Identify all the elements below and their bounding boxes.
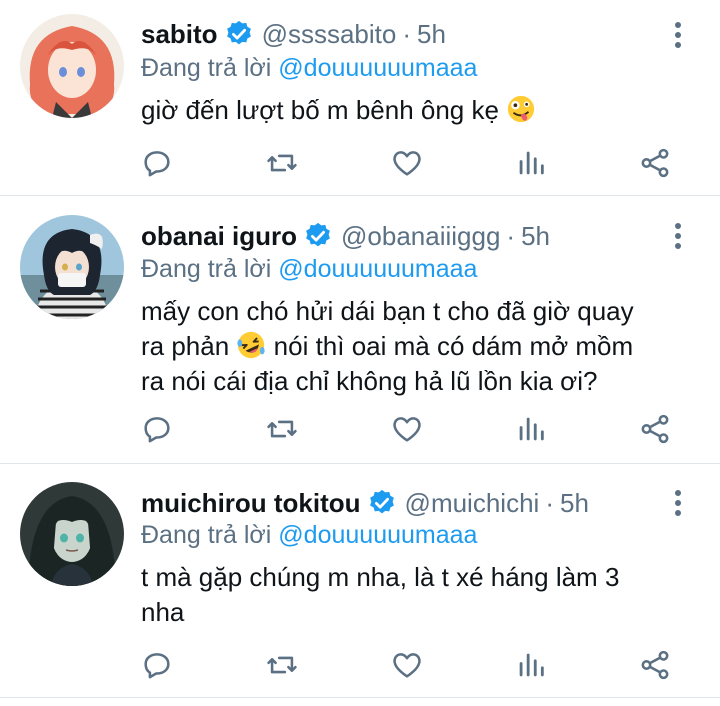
reply-icon[interactable]	[140, 412, 174, 446]
user-handle[interactable]: @obanaiiiggg	[341, 218, 500, 254]
verified-badge-icon	[369, 489, 394, 514]
verified-badge-icon	[306, 222, 330, 247]
like-icon[interactable]	[390, 648, 424, 682]
reply-prefix: Đang trả lời	[141, 255, 272, 283]
tweet-text: giờ đến lượt bố m bênh ông kẹ	[141, 93, 701, 128]
tweet-header: muichirou tokitou @muichichi · 5h	[141, 485, 589, 521]
retweet-icon[interactable]	[265, 648, 299, 682]
retweet-icon[interactable]	[265, 146, 299, 180]
avatar-image	[20, 482, 124, 586]
avatar[interactable]	[20, 14, 124, 118]
more-options-icon[interactable]	[668, 20, 688, 50]
tweet-text-line: nha	[141, 597, 185, 627]
reply-icon[interactable]	[140, 146, 174, 180]
replying-to: Đang trả lời @douuuuuumaaa	[141, 518, 477, 552]
tweet-header: obanai iguro @obanaiiiggg · 5h	[141, 218, 550, 254]
tweet-actions	[0, 146, 720, 186]
like-icon[interactable]	[390, 412, 424, 446]
tweet-text-line: giờ đến lượt bố m bênh ông kẹ	[141, 95, 499, 125]
reply-prefix: Đang trả lời	[141, 54, 272, 82]
tweet-text: t mà gặp chúng m nha, là t xé háng làm 3…	[141, 560, 701, 630]
separator-dot: ·	[545, 488, 554, 518]
display-name[interactable]: sabito	[141, 16, 218, 52]
replying-to: Đang trả lời @douuuuuumaaa	[141, 51, 477, 85]
separator-dot: ·	[506, 221, 516, 251]
analytics-icon[interactable]	[514, 146, 548, 180]
reply-icon[interactable]	[140, 648, 174, 682]
tweet-text-line: ra phản	[141, 331, 230, 361]
timestamp[interactable]: 5h	[417, 16, 446, 52]
tweet-text-line: nói thì oai mà có dám mở mồm	[273, 331, 634, 361]
reply-mention-link[interactable]: @douuuuuumaaa	[278, 521, 477, 549]
tweet-text-line: ra nói cái địa chỉ không hả lũ lồn kia ơ…	[141, 366, 598, 396]
separator-dot: ·	[402, 19, 412, 49]
display-name[interactable]: obanai iguro	[141, 218, 297, 254]
more-options-icon[interactable]	[668, 221, 688, 251]
avatar-image	[20, 215, 124, 319]
tweet-actions	[0, 412, 720, 452]
avatar[interactable]	[20, 482, 124, 586]
verified-badge-icon	[226, 20, 251, 45]
tweet-text-line: t mà gặp chúng m nha, là t xé háng làm 3	[141, 562, 620, 592]
like-icon[interactable]	[390, 146, 424, 180]
more-options-icon[interactable]	[668, 488, 688, 518]
user-handle[interactable]: @muichichi	[405, 485, 540, 521]
analytics-icon[interactable]	[514, 648, 548, 682]
user-handle[interactable]: @ssssabito	[262, 16, 397, 52]
tweet-item[interactable]: sabito @ssssabito · 5h Đang trả lời @dou…	[0, 0, 720, 196]
share-icon[interactable]	[638, 146, 672, 180]
reply-mention-link[interactable]: @douuuuuumaaa	[278, 255, 477, 283]
reply-prefix: Đang trả lời	[141, 521, 272, 549]
tweet-actions	[0, 648, 720, 688]
rolling-laughing-emoji	[237, 331, 266, 359]
reply-mention-link[interactable]: @douuuuuumaaa	[278, 54, 477, 82]
display-name[interactable]: muichirou tokitou	[141, 485, 361, 521]
tweet-item[interactable]: obanai iguro @obanaiiiggg · 5h Đang trả …	[0, 197, 720, 464]
share-icon[interactable]	[638, 412, 672, 446]
timestamp[interactable]: 5h	[560, 485, 589, 521]
tweet-header: sabito @ssssabito · 5h	[141, 16, 446, 52]
avatar[interactable]	[20, 215, 124, 319]
avatar-image	[20, 14, 124, 118]
replying-to: Đang trả lời @douuuuuumaaa	[141, 252, 477, 286]
tweet-item[interactable]: muichirou tokitou @muichichi · 5h Đang t…	[0, 465, 720, 698]
share-icon[interactable]	[638, 648, 672, 682]
tweet-text-line: mấy con chó hửi dái bạn t cho đã giờ qua…	[141, 296, 634, 326]
analytics-icon[interactable]	[514, 412, 548, 446]
timestamp[interactable]: 5h	[521, 218, 550, 254]
zany-face-emoji	[508, 95, 535, 123]
tweet-text: mấy con chó hửi dái bạn t cho đã giờ qua…	[141, 294, 701, 399]
retweet-icon[interactable]	[265, 412, 299, 446]
